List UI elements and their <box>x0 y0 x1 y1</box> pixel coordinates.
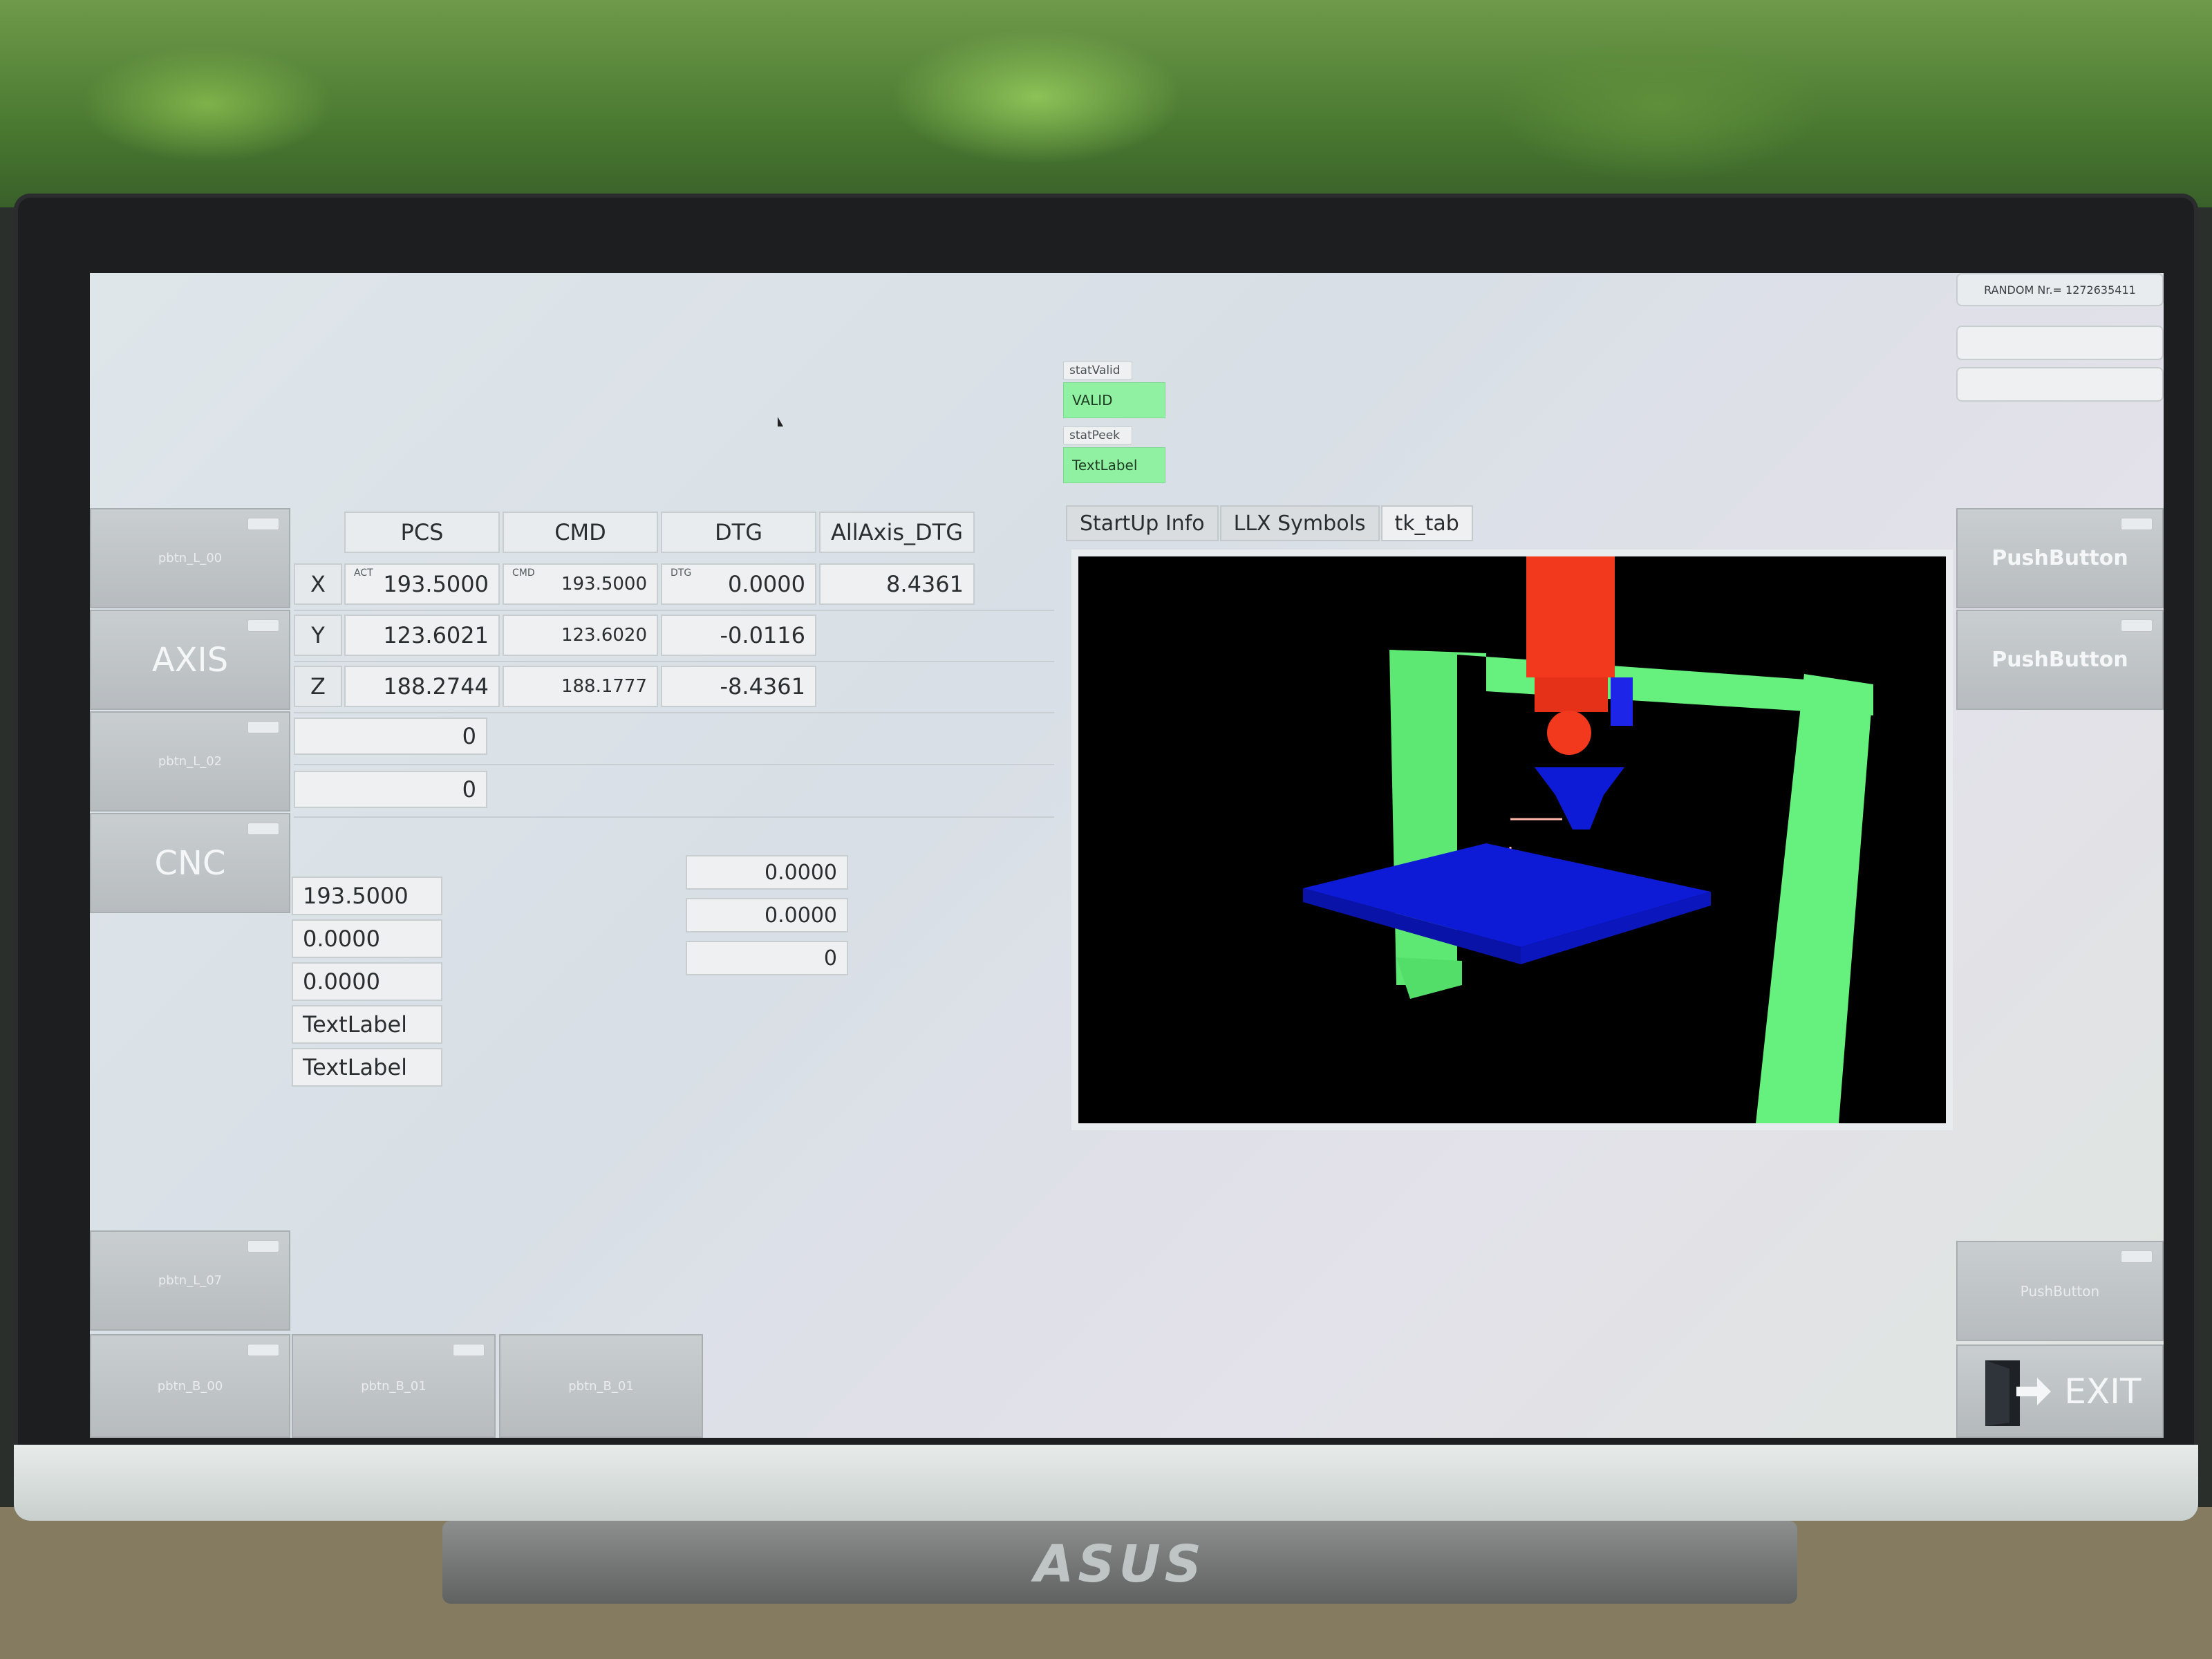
led-indicator-icon <box>247 1344 279 1356</box>
pbtn-l-00-button[interactable]: pbtn_L_00 <box>90 508 290 608</box>
machine-model-graphic <box>1303 556 1873 1123</box>
pbtn-l-00-label: pbtn_L_00 <box>158 551 223 565</box>
tab-llx-symbols[interactable]: LLX Symbols <box>1219 505 1380 541</box>
lower-field-1: 193.5000 <box>292 877 442 915</box>
pbtn-l-07-button[interactable]: pbtn_L_07 <box>90 1230 290 1331</box>
lower-field-4: TextLabel <box>292 1005 442 1044</box>
blank-field-2[interactable] <box>1956 367 2164 402</box>
monitor-brand-logo: ASUS <box>1034 1535 1206 1594</box>
extra-field-1: 0 <box>294 718 487 755</box>
stat-peek-value: TextLabel <box>1063 447 1165 483</box>
dro-axis-y: Y <box>294 615 342 656</box>
dro-x-cmd: CMD 193.5000 <box>503 563 658 605</box>
pbtn-b-01-second-label: pbtn_B_01 <box>568 1378 634 1394</box>
dtg-tag: DTG <box>671 568 692 579</box>
spindle-bracket <box>1611 677 1633 726</box>
pbtn-b-00-label: pbtn_B_00 <box>157 1378 223 1394</box>
row-divider <box>294 712 1054 713</box>
row-divider <box>294 764 1054 765</box>
dro-header-allaxis-dtg: AllAxis_DTG <box>819 512 975 553</box>
dro-header-dtg: DTG <box>661 512 816 553</box>
lower-mid-field-1: 0.0000 <box>686 855 848 890</box>
spindle-joint <box>1547 711 1591 755</box>
blank-field-1[interactable] <box>1956 326 2164 360</box>
axis-button[interactable]: AXIS <box>90 610 290 710</box>
stat-valid-label: statValid <box>1063 362 1132 379</box>
push-button-1[interactable]: PushButton <box>1956 508 2164 608</box>
cnc-screen: statValid VALID statPeek TextLabel RANDO… <box>90 273 2164 1438</box>
dro-axis-z: Z <box>294 666 342 707</box>
led-indicator-icon <box>247 721 279 733</box>
cmd-tag: CMD <box>512 568 535 579</box>
exit-door-icon <box>1985 1360 2052 1426</box>
mouse-pointer-icon <box>778 417 783 427</box>
lower-field-3: 0.0000 <box>292 962 442 1001</box>
pbtn-b-00-button[interactable]: pbtn_B_00 <box>90 1334 290 1438</box>
led-indicator-icon <box>2121 619 2153 632</box>
led-indicator-icon <box>247 619 279 632</box>
exit-button[interactable]: EXIT <box>1956 1344 2164 1438</box>
random-number-display: RANDOM Nr.= 1272635411 <box>1956 273 2164 306</box>
row-divider <box>294 816 1054 818</box>
push-button-1-label: PushButton <box>1991 546 2128 570</box>
extra-field-2: 0 <box>294 771 487 808</box>
lower-mid-field-2: 0.0000 <box>686 898 848 932</box>
cnc-label: CNC <box>154 843 226 883</box>
frame-left-foot <box>1396 957 1462 999</box>
dro-x-dtg: DTG 0.0000 <box>661 563 816 605</box>
act-tag: ACT <box>354 568 373 579</box>
pbtn-b-01-button[interactable]: pbtn_B_01 <box>292 1334 496 1438</box>
led-indicator-icon <box>2121 1250 2153 1263</box>
push-button-2-label: PushButton <box>1991 648 2128 672</box>
machine-3d-view[interactable] <box>1071 550 1953 1130</box>
spindle-collar <box>1535 677 1608 712</box>
led-indicator-icon <box>2121 518 2153 530</box>
dro-axis-x: X <box>294 563 342 605</box>
frame-right-post <box>1756 674 1873 1123</box>
stat-valid-value: VALID <box>1063 382 1165 418</box>
monitor-bottom-bezel <box>14 1445 2198 1521</box>
pbtn-b-01-second-button[interactable]: pbtn_B_01 <box>499 1334 703 1438</box>
dro-z-dtg: -8.4361 <box>661 666 816 707</box>
push-button-3[interactable]: PushButton <box>1956 1241 2164 1341</box>
dro-z-cmd: 188.1777 <box>503 666 658 707</box>
lower-field-5: TextLabel <box>292 1048 442 1087</box>
spindle-column <box>1526 556 1615 677</box>
exit-label: EXIT <box>2064 1371 2141 1412</box>
dro-x-allaxis-dtg: 8.4361 <box>819 563 975 605</box>
led-indicator-icon <box>247 518 279 530</box>
cnc-button[interactable]: CNC <box>90 813 290 913</box>
work-table-top <box>1303 843 1711 947</box>
led-indicator-icon <box>247 823 279 835</box>
dro-z-pcs: 188.2744 <box>344 666 500 707</box>
pbtn-b-01-label: pbtn_B_01 <box>361 1378 427 1394</box>
led-indicator-icon <box>247 1240 279 1253</box>
row-divider <box>294 610 1054 611</box>
dro-x-pcs-value: 193.5000 <box>383 571 489 597</box>
view-tab-bar: StartUp Info LLX Symbols tk_tab <box>1066 505 1474 541</box>
background-foliage <box>0 0 2212 207</box>
tab-startup-info[interactable]: StartUp Info <box>1066 505 1219 541</box>
pbtn-l-07-label: pbtn_L_07 <box>158 1273 223 1288</box>
tab-tk-tab[interactable]: tk_tab <box>1380 505 1473 541</box>
led-indicator-icon <box>453 1344 485 1356</box>
axis-label: AXIS <box>151 640 229 679</box>
dro-y-cmd: 123.6020 <box>503 615 658 656</box>
lower-field-2: 0.0000 <box>292 919 442 958</box>
lower-mid-field-3: 0 <box>686 941 848 975</box>
dro-x-dtg-value: 0.0000 <box>728 571 805 597</box>
stat-peek-label: statPeek <box>1063 427 1132 444</box>
pbtn-l-02-label: pbtn_L_02 <box>158 754 223 769</box>
dro-x-cmd-value: 193.5000 <box>561 574 647 594</box>
row-divider <box>294 661 1054 662</box>
push-button-2[interactable]: PushButton <box>1956 610 2164 710</box>
dro-y-pcs: 123.6021 <box>344 615 500 656</box>
dro-header-pcs: PCS <box>344 512 500 553</box>
push-button-3-label: PushButton <box>2020 1282 2100 1300</box>
pbtn-l-02-button[interactable]: pbtn_L_02 <box>90 711 290 812</box>
dro-x-pcs: ACT 193.5000 <box>344 563 500 605</box>
dro-y-dtg: -0.0116 <box>661 615 816 656</box>
dro-header-cmd: CMD <box>503 512 658 553</box>
